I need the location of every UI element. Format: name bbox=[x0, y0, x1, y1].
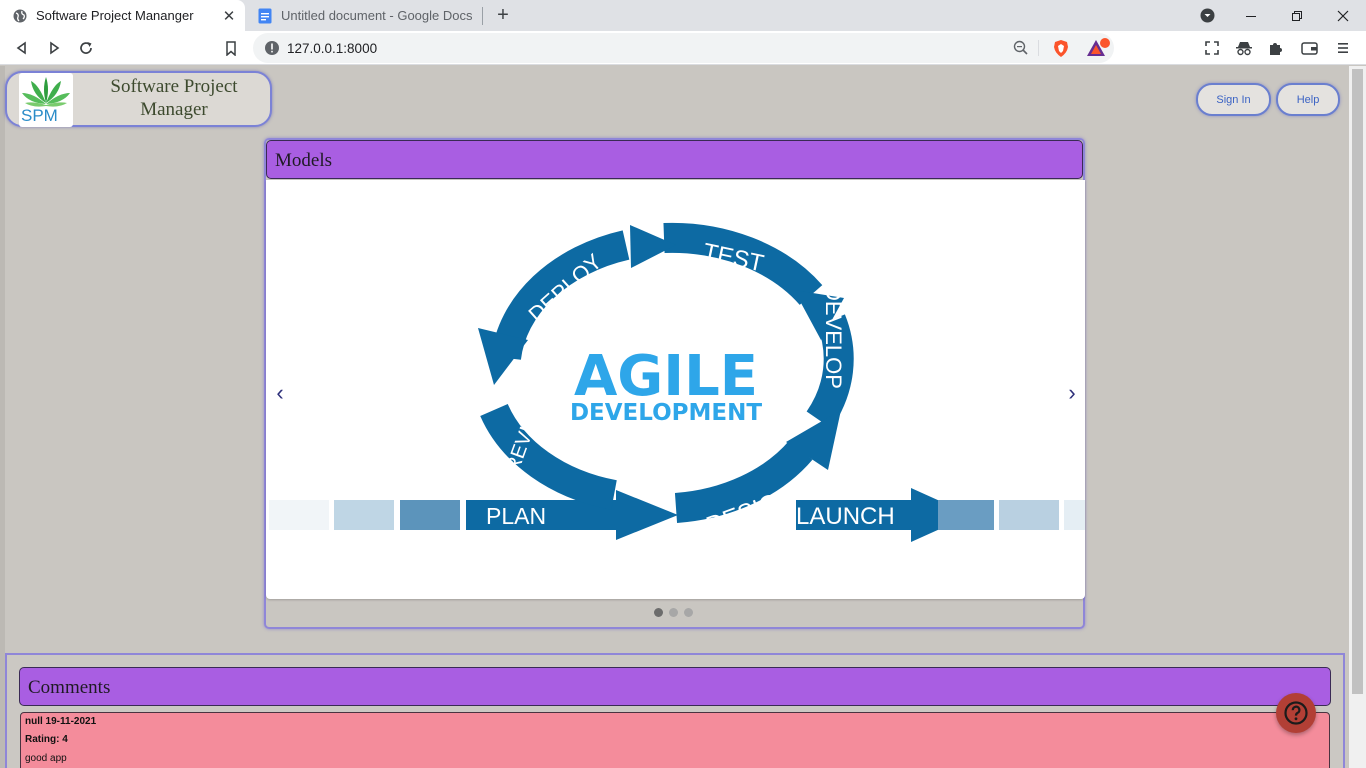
browser-tabstrip: Software Project Mananger ✕ Untitled doc… bbox=[0, 0, 1366, 31]
models-title: Models bbox=[275, 150, 332, 171]
models-header: Models bbox=[266, 140, 1083, 179]
comment-meta: null 19-11-2021 bbox=[25, 716, 97, 727]
new-tab-plus-icon[interactable]: + bbox=[492, 4, 514, 26]
rewards-badge bbox=[1100, 38, 1110, 48]
help-fab-question-icon[interactable] bbox=[1276, 693, 1316, 733]
globe-icon bbox=[12, 8, 28, 24]
extensions-puzzle-icon[interactable] bbox=[1264, 36, 1288, 60]
wallet-icon[interactable] bbox=[1297, 36, 1321, 60]
forward-icon[interactable] bbox=[42, 36, 66, 60]
fullscreen-icon[interactable] bbox=[1200, 36, 1224, 60]
comment-item: null 19-11-2021 Rating: 4 good app bbox=[20, 712, 1330, 768]
stage-develop: DEVELOP bbox=[821, 285, 846, 389]
models-card: Models DEPLOY TEST DEVELOP DESIGN REVIEW… bbox=[264, 138, 1085, 629]
reload-icon[interactable] bbox=[74, 36, 98, 60]
agile-development-illustration: DEPLOY TEST DEVELOP DESIGN REVIEW PLAN L… bbox=[269, 222, 1085, 542]
agile-subtitle: DEVELOPMENT bbox=[570, 400, 762, 426]
tab-divider bbox=[482, 7, 483, 25]
brand-header[interactable]: SPM Software Project Manager bbox=[5, 71, 272, 127]
spm-logo: SPM bbox=[19, 73, 73, 127]
carousel-slide[interactable]: DEPLOY TEST DEVELOP DESIGN REVIEW PLAN L… bbox=[266, 180, 1085, 599]
restore-icon[interactable] bbox=[1274, 0, 1320, 31]
private-window-icon[interactable] bbox=[1232, 36, 1256, 60]
comments-header: Comments bbox=[19, 667, 1331, 706]
carousel-next-chevron-icon[interactable]: › bbox=[1064, 380, 1080, 406]
logo-text: SPM bbox=[21, 106, 58, 125]
address-bar[interactable]: 127.0.0.1:8000 bbox=[253, 33, 1114, 63]
carousel-dot[interactable] bbox=[654, 608, 663, 617]
comments-title: Comments bbox=[28, 677, 111, 698]
page-scrollbar[interactable] bbox=[1349, 66, 1366, 768]
comment-rating: Rating: 4 bbox=[25, 734, 68, 745]
site-info-icon[interactable] bbox=[264, 40, 280, 56]
close-window-icon[interactable] bbox=[1320, 0, 1366, 31]
stage-launch: LAUNCH bbox=[796, 503, 895, 530]
tab-title: Untitled document - Google Docs bbox=[281, 8, 473, 23]
help-button[interactable]: Help bbox=[1276, 83, 1340, 116]
carousel-dot[interactable] bbox=[684, 608, 693, 617]
back-icon[interactable] bbox=[10, 36, 34, 60]
bookmark-icon[interactable] bbox=[219, 36, 243, 60]
comment-text: good app bbox=[25, 753, 67, 764]
app-title: Software Project Manager bbox=[110, 76, 238, 120]
tab-google-docs[interactable]: Untitled document - Google Docs bbox=[245, 0, 483, 31]
stage-plan: PLAN bbox=[486, 503, 546, 529]
tab-search-chevron-icon[interactable] bbox=[1184, 0, 1230, 31]
url-text[interactable]: 127.0.0.1:8000 bbox=[287, 41, 377, 56]
google-docs-icon bbox=[257, 8, 273, 24]
close-icon[interactable]: ✕ bbox=[219, 6, 239, 26]
menu-icon[interactable] bbox=[1331, 36, 1355, 60]
omnibox-divider bbox=[1038, 40, 1039, 56]
carousel-prev-chevron-icon[interactable]: ‹ bbox=[272, 380, 288, 406]
tab-title: Software Project Mananger bbox=[36, 8, 194, 23]
carousel-indicators bbox=[654, 608, 693, 617]
minimize-icon[interactable] bbox=[1228, 0, 1274, 31]
sign-in-button[interactable]: Sign In bbox=[1196, 83, 1271, 116]
zoom-out-icon[interactable] bbox=[1013, 40, 1029, 56]
browser-toolbar: 127.0.0.1:8000 bbox=[0, 31, 1366, 65]
carousel-dot[interactable] bbox=[669, 608, 678, 617]
scrollbar-thumb[interactable] bbox=[1352, 69, 1363, 694]
brave-shield-icon[interactable] bbox=[1052, 39, 1070, 58]
comments-section: Comments null 19-11-2021 Rating: 4 good … bbox=[5, 653, 1345, 768]
page-viewport: SPM Software Project Manager Sign In Hel… bbox=[0, 66, 1366, 768]
tab-software-project-manager[interactable]: Software Project Mananger ✕ bbox=[0, 0, 245, 31]
